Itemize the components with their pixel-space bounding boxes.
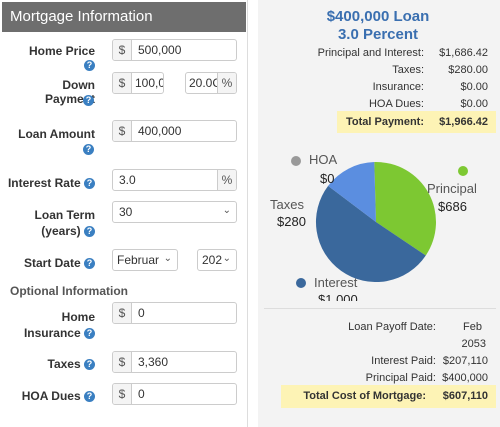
home-price-field[interactable]: $ 500,000: [112, 39, 237, 61]
taxes-field[interactable]: $ 3,360: [112, 351, 237, 373]
summary-label: Principal and Interest:: [317, 47, 424, 59]
payoff-value: 2053: [461, 338, 486, 350]
home-insurance-field[interactable]: $ 0: [112, 302, 237, 324]
chevron-down-icon: ⌄: [222, 205, 231, 216]
total-cost-value: $607,110: [442, 390, 488, 402]
payoff-label: Interest Paid:: [371, 355, 436, 367]
help-icon[interactable]: ?: [84, 258, 95, 270]
summary-value: $0.00: [460, 98, 488, 110]
dollar-prefix: $: [113, 303, 132, 323]
help-icon[interactable]: ?: [84, 359, 95, 371]
start-month-select[interactable]: Februar ⌄: [112, 249, 178, 271]
interest-rate-label: Interest Rate ?: [5, 176, 95, 190]
payoff-value: Feb: [463, 321, 482, 333]
home-insurance-label: Home Insurance ?: [10, 309, 95, 341]
percent-suffix: %: [217, 170, 236, 190]
percent-suffix: %: [217, 73, 236, 93]
home-price-label: Home Price ?: [20, 44, 95, 72]
down-payment-amount-field[interactable]: $ 100,00: [112, 72, 164, 94]
interest-rate-label-text: Interest Rate: [7, 176, 81, 190]
help-icon[interactable]: ?: [84, 60, 95, 72]
chevron-down-icon: ⌄: [222, 253, 231, 264]
loan-term-select[interactable]: 30 ⌄: [112, 201, 237, 223]
loan-title: $400,000 Loan: [326, 8, 430, 25]
taxes-value[interactable]: 3,360: [132, 355, 236, 369]
principal-pie-value: $686: [438, 199, 467, 214]
payoff-value: $400,000: [442, 372, 488, 384]
help-icon[interactable]: ?: [83, 144, 94, 155]
interest-pie-label: Interest: [314, 275, 358, 290]
loan-amount-field[interactable]: $ 400,000: [112, 120, 237, 142]
rate-title: 3.0 Percent: [337, 26, 419, 43]
loan-term-label-line1: Loan Term: [34, 208, 95, 222]
help-icon[interactable]: ?: [84, 178, 95, 190]
optional-information-title: Optional Information: [10, 284, 128, 298]
loan-term-value[interactable]: 30: [113, 205, 236, 219]
loan-amount-value[interactable]: 400,000: [132, 124, 236, 138]
dollar-prefix: $: [113, 73, 132, 93]
payoff-value: $207,110: [442, 355, 488, 367]
panel-header: Mortgage Information: [2, 2, 246, 32]
interest-legend-dot: [296, 278, 306, 288]
payoff-label: Loan Payoff Date:: [348, 321, 436, 333]
total-payment-value: $1,966.42: [439, 116, 488, 128]
help-icon[interactable]: ?: [83, 95, 94, 106]
loan-term-label-line2-text: (years): [41, 224, 81, 238]
start-date-label-text: Start Date: [23, 256, 81, 270]
summary-value: $280.00: [448, 64, 488, 76]
dollar-prefix: $: [113, 40, 132, 60]
summary-value: $1,686.42: [439, 47, 488, 59]
chevron-down-icon: ⌄: [163, 253, 172, 264]
down-payment-amount-value[interactable]: 100,00: [132, 76, 163, 90]
taxes-pie-label: Taxes: [270, 197, 304, 212]
home-insurance-label-line2-text: Insurance: [23, 326, 81, 340]
principal-legend-dot: [458, 166, 468, 176]
loan-amount-label: Loan Amount: [10, 127, 95, 141]
summary-label: Taxes:: [392, 64, 424, 76]
hoa-pie-value: $0: [320, 171, 335, 186]
down-payment-percent-field[interactable]: 20.0C %: [185, 72, 237, 94]
divider: [264, 308, 496, 309]
summary-label: HOA Dues:: [368, 98, 424, 110]
total-cost-label: Total Cost of Mortgage:: [303, 390, 426, 402]
loan-amount-label-text: Loan Amount: [18, 127, 95, 141]
help-icon[interactable]: ?: [84, 391, 95, 403]
hoa-legend-dot: [291, 156, 301, 166]
hoa-dues-field[interactable]: $ 0: [112, 383, 237, 405]
dollar-prefix: $: [113, 121, 132, 141]
hoa-pie-label: HOA: [309, 152, 338, 167]
home-insurance-label-line2: Insurance ?: [10, 325, 95, 341]
hoa-dues-label: HOA Dues ?: [10, 389, 95, 403]
start-year-select[interactable]: 202 ⌄: [197, 249, 237, 271]
interest-rate-value[interactable]: 3.0: [113, 173, 217, 187]
dollar-prefix: $: [113, 384, 132, 404]
summary-value: $0.00: [460, 81, 488, 93]
principal-pie-label: Principal: [427, 181, 477, 196]
down-payment-percent-value[interactable]: 20.0C: [186, 76, 217, 90]
payoff-label: Principal Paid:: [365, 372, 436, 384]
help-icon[interactable]: ?: [84, 226, 95, 238]
taxes-label: Taxes ?: [10, 357, 95, 371]
total-payment-label: Total Payment:: [345, 116, 424, 128]
hoa-dues-label-text: HOA Dues: [21, 389, 81, 403]
interest-rate-field[interactable]: 3.0 %: [112, 169, 237, 191]
home-price-label-text: Home Price: [28, 44, 95, 58]
interest-pie-value: $1,000: [318, 293, 358, 301]
home-price-value[interactable]: 500,000: [132, 43, 236, 57]
home-insurance-label-line1: Home: [61, 310, 95, 324]
taxes-pie-value: $280: [277, 214, 306, 229]
loan-term-label: Loan Term (years) ?: [10, 207, 95, 239]
start-date-label: Start Date ?: [10, 256, 95, 270]
hoa-dues-value[interactable]: 0: [132, 387, 236, 401]
help-icon[interactable]: ?: [84, 328, 95, 340]
summary-label: Insurance:: [372, 81, 424, 93]
home-insurance-value[interactable]: 0: [132, 306, 236, 320]
dollar-prefix: $: [113, 352, 132, 372]
taxes-label-text: Taxes: [47, 357, 81, 371]
loan-term-label-line2: (years) ?: [10, 223, 95, 239]
